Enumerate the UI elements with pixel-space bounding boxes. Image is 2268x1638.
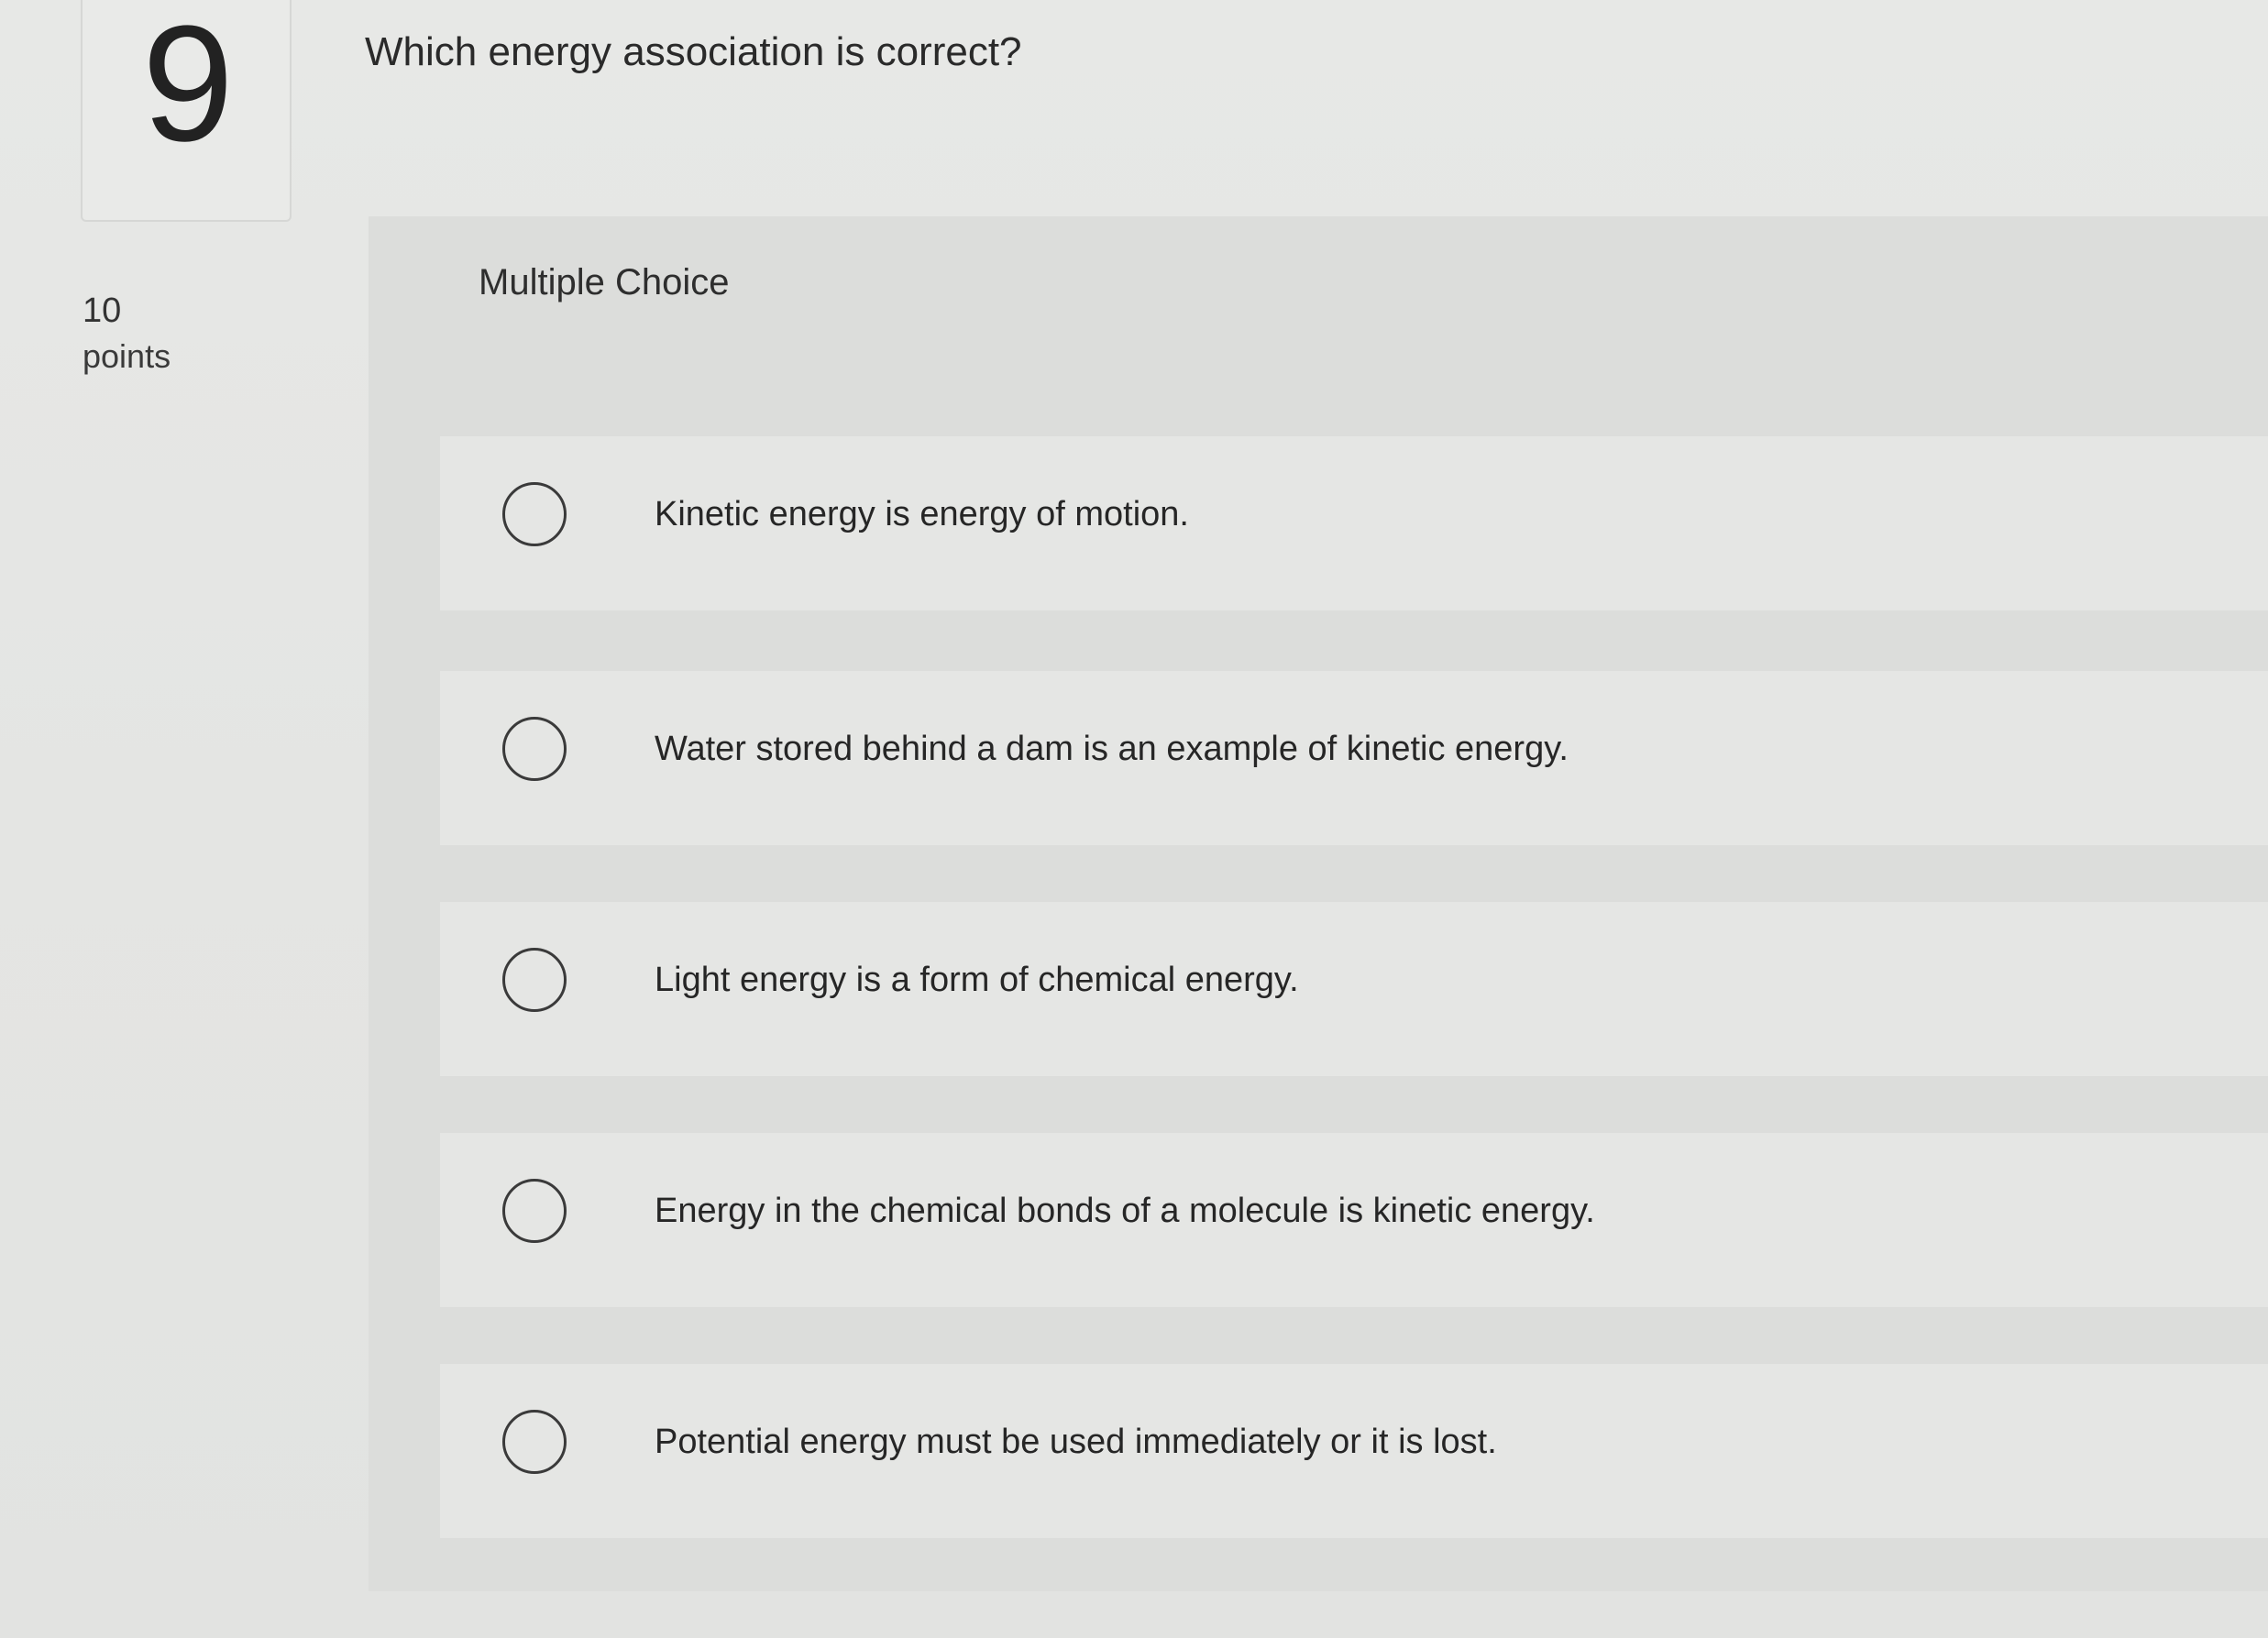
answer-option[interactable]: Energy in the chemical bonds of a molecu… bbox=[440, 1133, 2268, 1307]
answer-option-label: Kinetic energy is energy of motion. bbox=[655, 495, 1189, 533]
points-label: points bbox=[83, 337, 171, 375]
answer-option-label: Potential energy must be used immediatel… bbox=[655, 1423, 1497, 1461]
quiz-page: 9 10 points Which energy association is … bbox=[0, 0, 2268, 1638]
radio-button[interactable] bbox=[502, 482, 567, 546]
question-number: 9 bbox=[141, 0, 235, 176]
question-type-label: Multiple Choice bbox=[479, 262, 730, 302]
answer-option-label: Light energy is a form of chemical energ… bbox=[655, 961, 1299, 999]
radio-button[interactable] bbox=[502, 1179, 567, 1243]
points-value: 10 bbox=[83, 291, 122, 330]
answer-option-label: Energy in the chemical bonds of a molecu… bbox=[655, 1192, 1595, 1230]
answer-option[interactable]: Water stored behind a dam is an example … bbox=[440, 671, 2268, 845]
answer-panel: Multiple Choice Kinetic energy is energy… bbox=[369, 216, 2268, 1591]
answer-option[interactable]: Kinetic energy is energy of motion. bbox=[440, 436, 2268, 610]
question-number-box: 9 bbox=[81, 0, 292, 222]
radio-button[interactable] bbox=[502, 717, 567, 781]
question-text: Which energy association is correct? bbox=[365, 29, 1022, 74]
answer-option-label: Water stored behind a dam is an example … bbox=[655, 730, 1569, 768]
radio-button[interactable] bbox=[502, 1410, 567, 1474]
radio-button[interactable] bbox=[502, 948, 567, 1012]
answer-option[interactable]: Light energy is a form of chemical energ… bbox=[440, 902, 2268, 1076]
answer-option[interactable]: Potential energy must be used immediatel… bbox=[440, 1364, 2268, 1538]
